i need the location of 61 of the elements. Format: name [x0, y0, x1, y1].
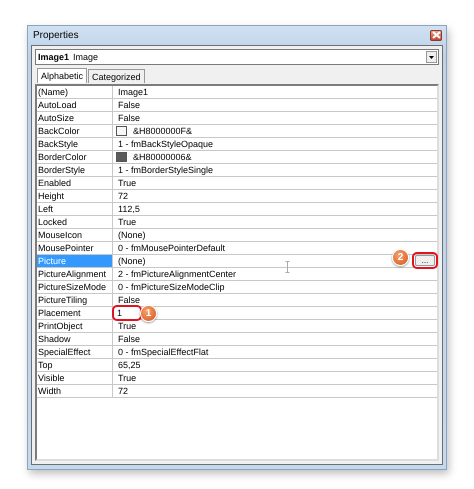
property-name[interactable]: BackColor [37, 125, 113, 137]
step-badge: 2 [392, 249, 409, 266]
property-value[interactable]: 1 - fmBackStyleOpaque [116, 138, 216, 150]
object-name: Image1 [38, 52, 70, 62]
property-value[interactable]: 65,25 [116, 359, 143, 371]
property-value[interactable]: 112,5 [116, 203, 142, 215]
property-value[interactable]: 1 [114, 307, 140, 319]
property-name[interactable]: SpecialEffect [37, 346, 113, 358]
close-icon [432, 31, 440, 39]
ellipsis-button[interactable]: ... [415, 255, 435, 266]
property-name[interactable]: Left [37, 203, 113, 215]
property-value[interactable]: Image1 [116, 86, 150, 98]
property-value[interactable]: 72 [116, 190, 130, 202]
property-value[interactable]: False [116, 333, 142, 345]
property-value[interactable]: False [116, 294, 142, 306]
property-name[interactable]: MousePointer [37, 242, 113, 254]
tab[interactable]: Alphabetic [37, 68, 88, 83]
text-cursor-icon [285, 261, 290, 273]
property-value[interactable]: 72 [116, 385, 130, 397]
property-value[interactable]: False [116, 112, 142, 124]
property-name[interactable]: Top [37, 359, 113, 371]
object-dropdown[interactable]: Image1 Image [35, 49, 439, 65]
property-name[interactable]: PictureTiling [37, 294, 113, 306]
property-name[interactable]: Visible [37, 372, 113, 384]
property-value[interactable]: &H80000006& [131, 151, 194, 163]
step-badge: 1 [140, 305, 157, 322]
property-value[interactable]: 0 - fmSpecialEffectFlat [116, 346, 210, 358]
property-name[interactable]: MouseIcon [37, 229, 113, 241]
property-name[interactable]: BorderColor [37, 151, 113, 163]
property-value[interactable]: (None) [116, 229, 148, 241]
property-name[interactable]: PrintObject [37, 320, 113, 332]
property-value[interactable]: True [116, 177, 138, 189]
property-name[interactable]: Enabled [37, 177, 113, 189]
property-name[interactable]: BackStyle [37, 138, 113, 150]
property-value[interactable]: True [116, 216, 138, 228]
property-name[interactable]: AutoSize [37, 112, 113, 124]
property-value[interactable]: True [116, 372, 138, 384]
property-name[interactable]: PictureAlignment [37, 268, 113, 280]
property-value[interactable]: (None) [116, 255, 148, 267]
property-value[interactable]: True [116, 320, 138, 332]
property-value[interactable]: 0 - fmPictureSizeModeClip [116, 281, 227, 293]
close-button[interactable] [430, 30, 442, 40]
property-name[interactable]: Locked [37, 216, 113, 228]
property-value[interactable]: 1 - fmBorderStyleSingle [116, 164, 216, 176]
property-name[interactable]: Height [37, 190, 113, 202]
property-value[interactable]: &H8000000F& [131, 125, 194, 137]
dropdown-button[interactable] [426, 51, 437, 63]
property-name[interactable]: Width [37, 385, 113, 397]
object-type: Image [73, 52, 98, 62]
property-value[interactable]: 2 - fmPictureAlignmentCenter [116, 268, 238, 280]
property-name[interactable]: AutoLoad [37, 99, 113, 111]
caret-icon [429, 56, 434, 58]
property-value[interactable]: False [116, 99, 142, 111]
property-name[interactable]: Shadow [37, 333, 113, 345]
property-name[interactable]: (Name) [37, 86, 113, 98]
property-name[interactable]: PictureSizeMode [37, 281, 113, 293]
property-name[interactable]: Placement [37, 307, 113, 319]
window-title: Properties [33, 30, 79, 40]
property-value[interactable]: 0 - fmMousePointerDefault [116, 242, 228, 254]
property-name[interactable]: BorderStyle [37, 164, 113, 176]
tab[interactable]: Categorized [88, 69, 145, 83]
